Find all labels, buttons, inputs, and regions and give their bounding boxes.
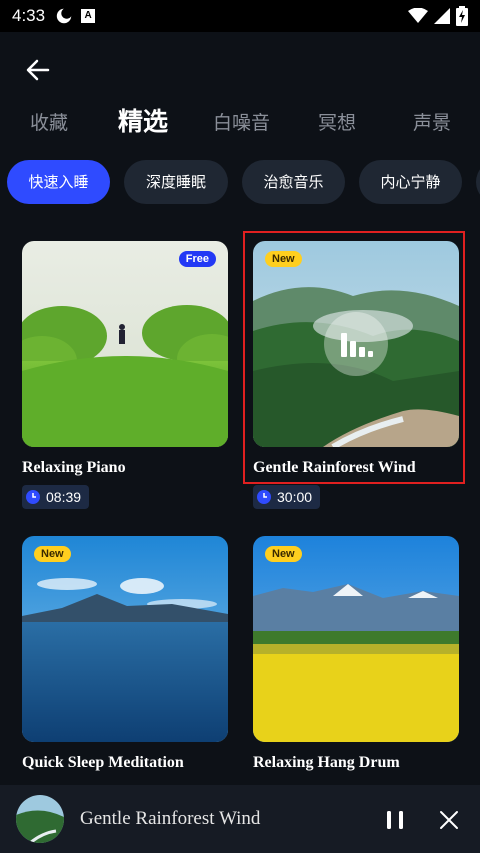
chip-fall-asleep-fast[interactable]: 快速入睡	[7, 160, 110, 204]
chip-more[interactable]	[476, 160, 480, 204]
tab-featured[interactable]: 精选	[118, 102, 168, 138]
close-icon[interactable]	[438, 809, 460, 831]
card-title: Relaxing Piano	[22, 459, 126, 476]
wifi-icon	[408, 8, 428, 23]
duration-tag: 30:00	[253, 485, 321, 509]
tab-meditation[interactable]: 冥想	[318, 108, 356, 135]
card-title: Gentle Rainforest Wind	[253, 459, 416, 476]
chip-inner-peace[interactable]: 内心宁静	[359, 160, 462, 204]
clock-icon	[257, 490, 271, 504]
badge-new: New	[265, 546, 302, 562]
category-tabs: 收藏 精选 白噪音 冥想 声景	[0, 96, 480, 142]
mini-player[interactable]: Gentle Rainforest Wind	[0, 785, 480, 853]
card-image: New	[22, 536, 228, 742]
chip-deep-sleep[interactable]: 深度睡眠	[124, 160, 228, 204]
card-image: New	[253, 241, 459, 447]
equalizer-icon	[341, 333, 373, 357]
tab-soundscape[interactable]: 声景	[413, 108, 451, 135]
card-title: Relaxing Hang Drum	[253, 754, 400, 771]
status-bar: 4:33 A	[0, 0, 480, 32]
pause-icon[interactable]	[384, 809, 406, 831]
battery-charging-icon	[456, 6, 468, 26]
card-image: New	[253, 536, 459, 742]
tab-favorites[interactable]: 收藏	[30, 108, 68, 135]
badge-free: Free	[178, 251, 216, 267]
card-relaxing-hang-drum[interactable]: New Relaxing Hang Drum	[253, 536, 459, 771]
player-title: Gentle Rainforest Wind	[80, 808, 261, 829]
status-time: 4:33	[12, 6, 46, 25]
signal-icon	[434, 8, 450, 24]
tab-white-noise[interactable]: 白噪音	[213, 108, 270, 135]
badge-new: New	[265, 251, 302, 267]
card-gentle-rainforest-wind[interactable]: New Gentle Rainforest Wind 30:00	[253, 241, 459, 509]
card-quick-sleep-meditation[interactable]: New Quick Sleep Meditation	[22, 536, 228, 771]
card-image: Free	[22, 241, 228, 447]
player-artwork	[16, 795, 64, 843]
moon-icon	[56, 7, 73, 24]
chip-healing-music[interactable]: 治愈音乐	[242, 160, 345, 204]
now-playing-overlay	[324, 312, 388, 376]
duration-text: 30:00	[277, 489, 313, 505]
filter-chips: 快速入睡 深度睡眠 治愈音乐 内心宁静	[0, 160, 480, 204]
a-badge-icon: A	[81, 9, 96, 23]
back-arrow-icon[interactable]	[24, 56, 52, 84]
card-relaxing-piano[interactable]: Free Relaxing Piano 08:39	[22, 241, 228, 509]
duration-tag: 08:39	[22, 485, 90, 509]
clock-icon	[26, 490, 40, 504]
badge-new: New	[34, 546, 71, 562]
system-icons	[408, 6, 468, 26]
duration-text: 08:39	[46, 489, 82, 505]
card-title: Quick Sleep Meditation	[22, 754, 184, 771]
